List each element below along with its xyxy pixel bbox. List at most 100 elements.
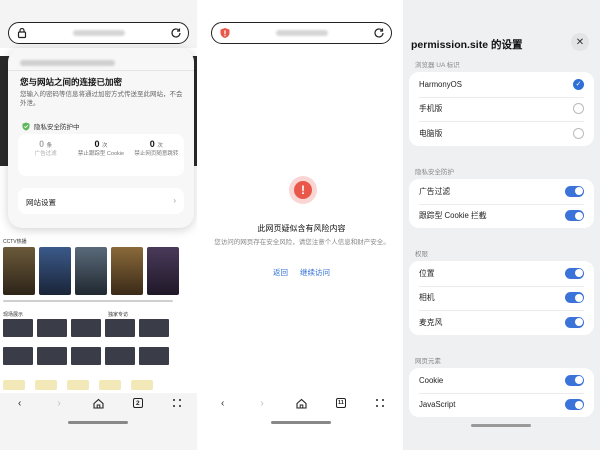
poster-captions	[3, 300, 193, 305]
tabs-button[interactable]: 2	[132, 397, 144, 409]
toggle-switch[interactable]	[565, 316, 584, 328]
home-indicator[interactable]	[271, 421, 331, 424]
thumb-row	[3, 319, 169, 337]
toggle-switch[interactable]	[565, 374, 584, 386]
poster-thumb[interactable]	[147, 247, 179, 295]
video-thumb[interactable]	[37, 319, 67, 337]
forward-icon[interactable]: ›	[53, 397, 65, 409]
video-thumb[interactable]	[139, 347, 169, 365]
poster-thumb[interactable]	[111, 247, 143, 295]
lock-icon[interactable]	[16, 27, 28, 39]
back-link[interactable]: 返回	[273, 268, 288, 277]
toggle-row-microphone[interactable]: 麦克风	[409, 310, 594, 335]
stat-label: 禁止网页随意跳转	[134, 151, 179, 157]
video-thumb[interactable]	[105, 347, 135, 365]
tag-chip[interactable]	[131, 380, 153, 390]
toggle-row-ad-filter[interactable]: 广告过滤	[409, 179, 594, 204]
toggle-row-location[interactable]: 位置	[409, 261, 594, 286]
back-icon[interactable]: ‹	[14, 397, 26, 409]
connection-security-card: 您与网站之间的连接已加密 您输入的密码等信息将通过加密方式传送至此网站，不会外泄…	[8, 48, 194, 228]
group-label-privacy: 隐私安全防护	[415, 169, 454, 176]
warning-description: 您访问的网页存在安全风险，请您注意个人信息和财产安全。	[214, 239, 390, 246]
settings-title: permission.site 的设置	[411, 39, 523, 51]
ua-option-harmonyos[interactable]: HarmonyOS ✓	[409, 72, 594, 97]
section-label-interview: 独家专访	[108, 312, 129, 318]
home-indicator[interactable]	[471, 424, 531, 427]
video-thumb[interactable]	[71, 347, 101, 365]
group-label-ua: 浏览器 UA 标识	[415, 62, 460, 69]
warning-icon: !	[289, 176, 317, 204]
menu-icon[interactable]	[374, 397, 386, 409]
tag-chip[interactable]	[67, 380, 89, 390]
address-bar[interactable]	[211, 22, 392, 44]
toggle-switch[interactable]	[565, 267, 584, 279]
stat-tracking-cookie: 0 次 禁止跟踪型 Cookie	[73, 134, 128, 176]
group-label-page-elements: 网页元素	[415, 358, 441, 365]
toggle-switch[interactable]	[565, 399, 584, 411]
site-settings-button[interactable]: 网站设置 ›	[18, 188, 184, 214]
radio-icon[interactable]	[573, 127, 584, 139]
site-settings-panel: permission.site 的设置 ✕ 浏览器 UA 标识 HarmonyO…	[403, 0, 600, 450]
bottom-nav: ‹ › 2	[0, 393, 197, 413]
video-thumb[interactable]	[71, 319, 101, 337]
stat-number: 0	[39, 139, 45, 149]
poster-thumb[interactable]	[3, 247, 35, 295]
video-thumb[interactable]	[37, 347, 67, 365]
toggle-label: JavaScript	[419, 400, 456, 410]
section-label-live: 现场展示	[3, 312, 24, 318]
menu-icon[interactable]	[171, 397, 183, 409]
site-settings-label: 网站设置	[26, 198, 56, 207]
toggle-row-javascript[interactable]: JavaScript	[409, 392, 594, 418]
bottom-nav: ‹ › 11	[203, 393, 400, 413]
blurred-url	[276, 30, 328, 36]
radio-selected-icon[interactable]: ✓	[573, 78, 584, 90]
tabs-button[interactable]: 11	[335, 397, 347, 409]
tag-chip[interactable]	[3, 380, 25, 390]
shield-check-icon	[22, 122, 30, 131]
toggle-label: 跟踪型 Cookie 拦截	[419, 211, 487, 221]
security-title: 您与网站之间的连接已加密	[20, 77, 123, 87]
stat-label: 广告过滤	[34, 151, 57, 157]
reload-icon[interactable]	[170, 27, 182, 39]
divider	[8, 70, 194, 71]
poster-thumb[interactable]	[39, 247, 71, 295]
shield-warning-icon[interactable]	[219, 27, 231, 39]
close-icon[interactable]: ✕	[571, 33, 589, 51]
protection-stats: 0 条 广告过滤 0 次 禁止跟踪型 Cookie 0 次 禁止网页随意跳转	[18, 134, 184, 176]
toggle-switch[interactable]	[565, 210, 584, 222]
warning-actions: 返回 继续访问	[203, 267, 400, 278]
tag-chip[interactable]	[99, 380, 121, 390]
toggle-row-cookie[interactable]: Cookie	[409, 368, 594, 393]
toggle-row-tracking-cookie[interactable]: 跟踪型 Cookie 拦截	[409, 203, 594, 229]
stat-number: 0	[149, 139, 155, 149]
continue-link[interactable]: 继续访问	[300, 268, 330, 277]
browser-panel-site-info: CCTV热播 现场展示 独家专访 您与网站之间的连接已加密 您输入的密码等信息将…	[0, 0, 197, 450]
video-thumb[interactable]	[3, 319, 33, 337]
video-thumb[interactable]	[3, 347, 33, 365]
ua-option-mobile[interactable]: 手机版	[409, 96, 594, 122]
reload-icon[interactable]	[373, 27, 385, 39]
home-icon[interactable]	[295, 397, 307, 409]
option-label: 电脑版	[419, 128, 443, 138]
stat-unit: 条	[46, 143, 53, 149]
privacy-card: 广告过滤 跟踪型 Cookie 拦截	[409, 179, 594, 228]
forward-icon[interactable]: ›	[256, 397, 268, 409]
address-bar[interactable]	[8, 22, 189, 44]
toggle-row-camera[interactable]: 相机	[409, 285, 594, 311]
toggle-switch[interactable]	[565, 185, 584, 197]
video-thumb[interactable]	[139, 319, 169, 337]
home-icon[interactable]	[92, 397, 104, 409]
home-indicator[interactable]	[68, 421, 128, 424]
poster-thumb[interactable]	[75, 247, 107, 295]
radio-icon[interactable]	[573, 103, 584, 115]
back-icon[interactable]: ‹	[217, 397, 229, 409]
privacy-status: 隐私安全防护中	[22, 121, 80, 131]
video-thumb[interactable]	[105, 319, 135, 337]
tag-chip[interactable]	[35, 380, 57, 390]
stat-redirect-block: 0 次 禁止网页随意跳转	[129, 134, 184, 176]
stat-label: 禁止跟踪型 Cookie	[77, 151, 125, 157]
ua-option-desktop[interactable]: 电脑版	[409, 121, 594, 146]
toggle-switch[interactable]	[565, 292, 584, 304]
warning-title: 此网页疑似含有风险内容	[257, 224, 346, 233]
group-label-permissions: 权限	[415, 251, 428, 258]
